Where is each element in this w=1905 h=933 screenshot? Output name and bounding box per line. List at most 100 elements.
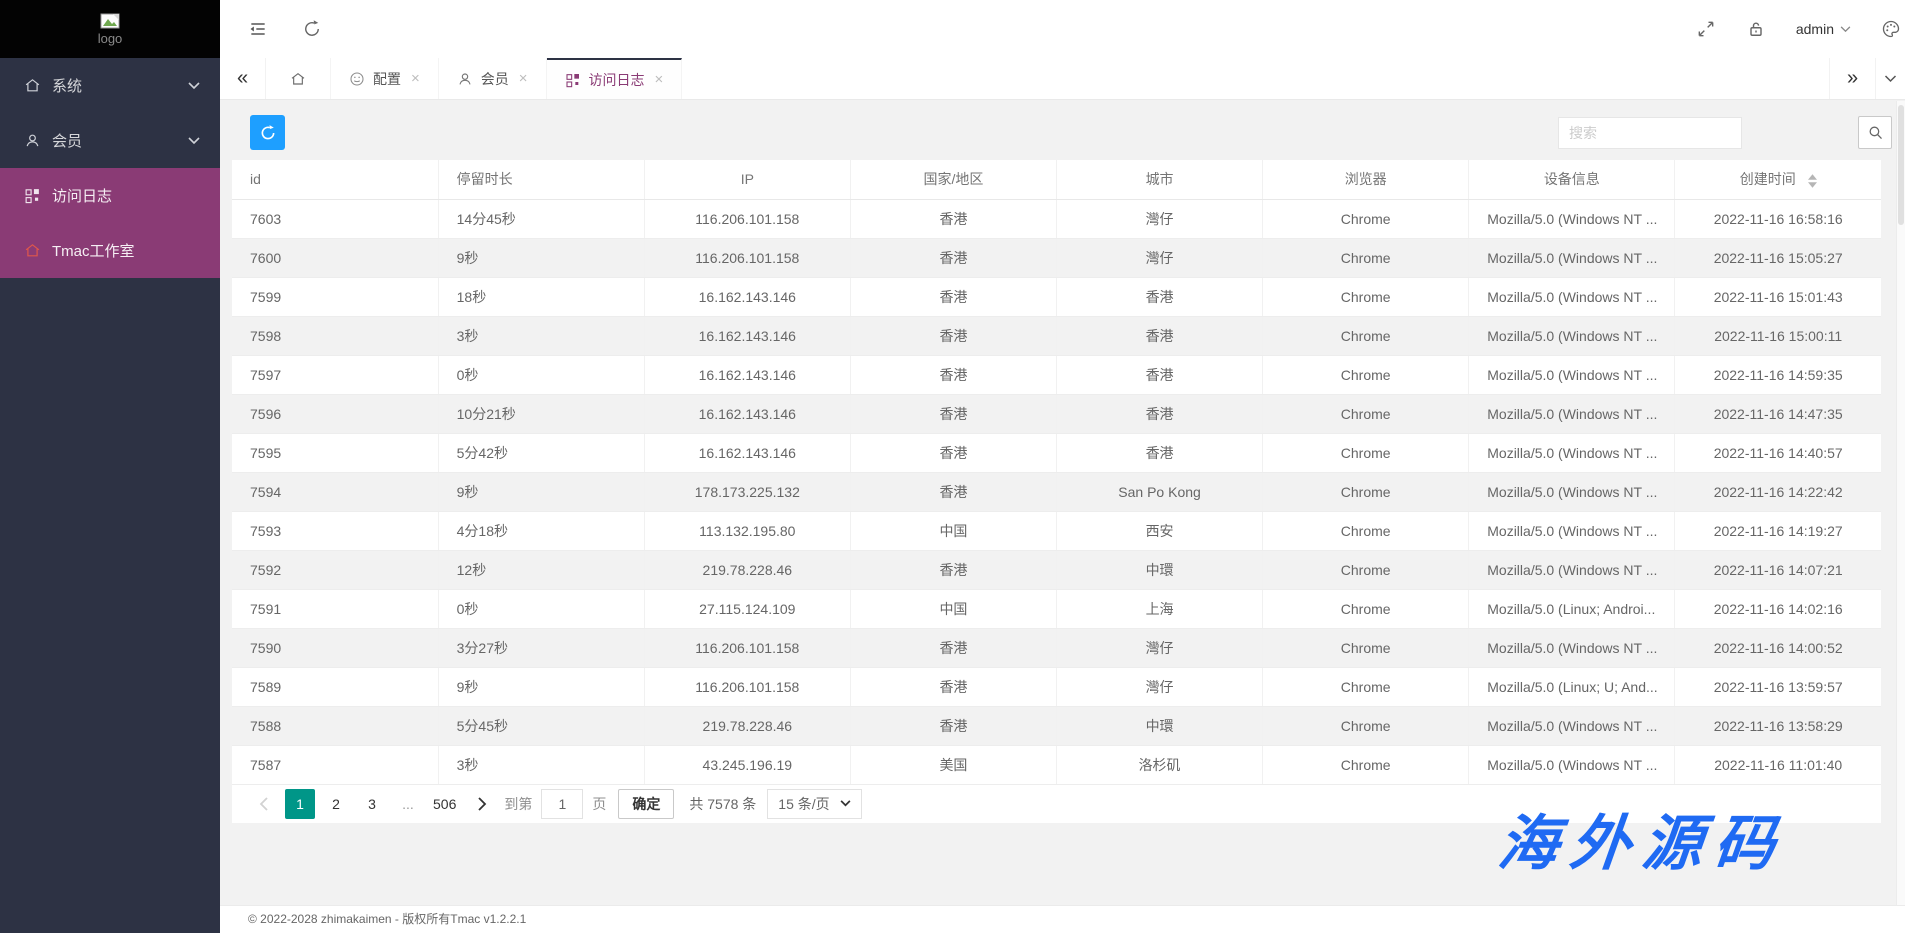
cell-city: 香港 xyxy=(1057,433,1263,472)
refresh-button[interactable] xyxy=(250,115,285,150)
sidebar-item-member[interactable]: 会员 xyxy=(0,113,220,168)
watermark-text: 海外源码 xyxy=(1494,795,1791,882)
cell-device: Mozilla/5.0 (Windows NT ... xyxy=(1469,316,1675,355)
table-header-row: id 停留时长 IP 国家/地区 城市 浏览器 设备信息 创建时间 xyxy=(232,160,1881,199)
cell-ip: 178.173.225.132 xyxy=(644,472,850,511)
cell-device: Mozilla/5.0 (Linux; U; And... xyxy=(1469,667,1675,706)
menu-fold-icon[interactable] xyxy=(248,19,268,39)
cell-browser: Chrome xyxy=(1263,277,1469,316)
cell-device: Mozilla/5.0 (Windows NT ... xyxy=(1469,628,1675,667)
cell-duration: 12秒 xyxy=(438,550,644,589)
column-header-created[interactable]: 创建时间 xyxy=(1675,160,1881,199)
tab-bar: « 配置 × 会员 × xyxy=(220,58,1905,100)
column-header-country[interactable]: 国家/地区 xyxy=(850,160,1056,199)
cell-city: 香港 xyxy=(1057,277,1263,316)
cell-browser: Chrome xyxy=(1263,667,1469,706)
cell-device: Mozilla/5.0 (Windows NT ... xyxy=(1469,706,1675,745)
page-size-select[interactable]: 15 条/页 xyxy=(767,789,861,819)
footer-copyright: © 2022-2028 zhimakaimen - 版权所有Tmac v1.2.… xyxy=(220,905,1905,933)
cell-ip: 16.162.143.146 xyxy=(644,316,850,355)
page-button-506[interactable]: 506 xyxy=(429,789,460,819)
tab-config[interactable]: 配置 × xyxy=(331,58,439,99)
fullscreen-icon[interactable] xyxy=(1696,19,1716,39)
sidebar-item-label: Tmac工作室 xyxy=(52,240,135,261)
user-dropdown[interactable]: admin xyxy=(1796,21,1851,37)
cell-created: 2022-11-16 11:01:40 xyxy=(1675,745,1881,784)
tabs-menu-icon[interactable] xyxy=(1875,58,1905,99)
table-row: 75910秒27.115.124.109中国上海ChromeMozilla/5.… xyxy=(232,589,1881,628)
table-body: 760314分45秒116.206.101.158香港灣仔ChromeMozil… xyxy=(232,199,1881,784)
username: admin xyxy=(1796,21,1834,37)
cell-city: 香港 xyxy=(1057,394,1263,433)
cell-country: 香港 xyxy=(850,550,1056,589)
sidebar-item-tmac[interactable]: Tmac工作室 xyxy=(0,223,220,278)
cell-country: 香港 xyxy=(850,433,1056,472)
table-row: 75885分45秒219.78.228.46香港中環ChromeMozilla/… xyxy=(232,706,1881,745)
cell-device: Mozilla/5.0 (Linux; Androi... xyxy=(1469,589,1675,628)
cell-device: Mozilla/5.0 (Windows NT ... xyxy=(1469,394,1675,433)
top-bar-left xyxy=(220,19,322,39)
theme-palette-icon[interactable] xyxy=(1881,19,1901,39)
grid-icon xyxy=(565,72,581,88)
tab-close-icon[interactable]: × xyxy=(411,70,420,87)
refresh-icon[interactable] xyxy=(302,19,322,39)
cell-browser: Chrome xyxy=(1263,433,1469,472)
cell-ip: 16.162.143.146 xyxy=(644,355,850,394)
cell-duration: 9秒 xyxy=(438,472,644,511)
goto-page-input[interactable] xyxy=(541,789,583,819)
column-header-ip[interactable]: IP xyxy=(644,160,850,199)
search-icon xyxy=(1867,124,1884,141)
tab-close-icon[interactable]: × xyxy=(655,71,664,88)
sidebar-item-system[interactable]: 系统 xyxy=(0,58,220,113)
next-page-icon[interactable] xyxy=(469,789,495,819)
cell-duration: 9秒 xyxy=(438,238,644,277)
cell-ip: 16.162.143.146 xyxy=(644,277,850,316)
confirm-button[interactable]: 确定 xyxy=(618,789,674,819)
lock-icon[interactable] xyxy=(1746,19,1766,39)
tabs-scroll-right-icon[interactable]: » xyxy=(1829,58,1875,99)
scrollbar[interactable] xyxy=(1896,101,1905,905)
tab-home[interactable] xyxy=(266,58,331,99)
column-header-duration[interactable]: 停留时长 xyxy=(438,160,644,199)
column-header-city[interactable]: 城市 xyxy=(1057,160,1263,199)
table-row: 75983秒16.162.143.146香港香港ChromeMozilla/5.… xyxy=(232,316,1881,355)
column-header-id[interactable]: id xyxy=(232,160,438,199)
cell-created: 2022-11-16 14:59:35 xyxy=(1675,355,1881,394)
cell-created: 2022-11-16 15:05:27 xyxy=(1675,238,1881,277)
table-row: 75873秒43.245.196.19美国洛杉矶ChromeMozilla/5.… xyxy=(232,745,1881,784)
table-row: 759918秒16.162.143.146香港香港ChromeMozilla/5… xyxy=(232,277,1881,316)
page-button-2[interactable]: 2 xyxy=(321,789,351,819)
tabs-scroll-left-icon[interactable]: « xyxy=(220,58,266,99)
prev-page-icon[interactable] xyxy=(250,789,276,819)
cell-id: 7587 xyxy=(232,745,438,784)
broken-image-icon xyxy=(100,13,120,29)
cell-country: 中国 xyxy=(850,589,1056,628)
page-button-1[interactable]: 1 xyxy=(285,789,315,819)
cell-browser: Chrome xyxy=(1263,316,1469,355)
cell-created: 2022-11-16 13:59:57 xyxy=(1675,667,1881,706)
cell-ip: 219.78.228.46 xyxy=(644,550,850,589)
tab-access-log[interactable]: 访问日志 × xyxy=(547,58,683,99)
cell-created: 2022-11-16 14:22:42 xyxy=(1675,472,1881,511)
sidebar-item-access-log[interactable]: 访问日志 xyxy=(0,168,220,223)
cell-browser: Chrome xyxy=(1263,394,1469,433)
cell-country: 香港 xyxy=(850,472,1056,511)
cell-duration: 5分45秒 xyxy=(438,706,644,745)
cell-id: 7599 xyxy=(232,277,438,316)
tab-member[interactable]: 会员 × xyxy=(439,58,547,99)
cell-ip: 43.245.196.19 xyxy=(644,745,850,784)
cell-device: Mozilla/5.0 (Windows NT ... xyxy=(1469,550,1675,589)
column-header-browser[interactable]: 浏览器 xyxy=(1263,160,1469,199)
cell-device: Mozilla/5.0 (Windows NT ... xyxy=(1469,238,1675,277)
cell-ip: 116.206.101.158 xyxy=(644,667,850,706)
tab-close-icon[interactable]: × xyxy=(519,70,528,87)
page-button-3[interactable]: 3 xyxy=(357,789,387,819)
refresh-icon xyxy=(259,124,277,142)
search-input[interactable] xyxy=(1558,117,1742,149)
search-button[interactable] xyxy=(1858,116,1892,149)
sort-icon[interactable] xyxy=(1808,174,1817,188)
column-header-device[interactable]: 设备信息 xyxy=(1469,160,1675,199)
chevron-down-icon xyxy=(188,82,200,90)
cell-duration: 0秒 xyxy=(438,355,644,394)
scrollbar-thumb[interactable] xyxy=(1898,105,1904,225)
